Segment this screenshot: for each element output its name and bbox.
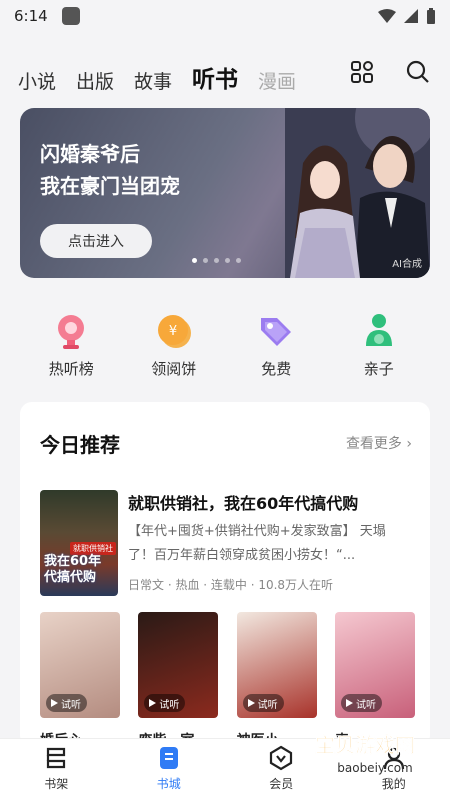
quick-entry-hot-chart[interactable]: 热听榜	[26, 312, 116, 379]
trial-label: 试听	[61, 699, 81, 711]
svg-text:¥: ¥	[169, 324, 177, 339]
vip-icon	[270, 745, 293, 771]
battery-icon	[427, 8, 435, 24]
status-time: 6:14	[14, 7, 48, 25]
grid-icon[interactable]	[350, 60, 374, 84]
banner-dot[interactable]	[225, 258, 230, 263]
status-bar: 6:14	[0, 0, 450, 32]
trial-listen-badge[interactable]: 试听	[46, 694, 87, 712]
featured-book-title[interactable]: 就职供销社，我在60年代搞代购	[128, 490, 420, 514]
trial-label: 试听	[355, 699, 376, 711]
family-icon	[365, 314, 392, 346]
quick-entry-label: 领阅饼	[151, 360, 197, 378]
trial-label: 试听	[159, 699, 180, 711]
nav-bookstore[interactable]: 书城	[134, 745, 204, 792]
quick-entry-coin[interactable]: ¥ 领阅饼	[129, 312, 219, 379]
nav-label: 书架	[44, 777, 69, 791]
view-more-link[interactable]: 查看更多 ›	[346, 433, 412, 453]
banner-dot[interactable]	[214, 258, 219, 263]
quick-entry-parenting[interactable]: 亲子	[334, 312, 424, 379]
cover-title-text: 我在60年代搞代购	[44, 554, 102, 585]
trial-listen-badge[interactable]: 试听	[242, 694, 284, 712]
watermark-text: 宝贝游戏网	[315, 733, 415, 757]
tab-publish[interactable]: 出版	[76, 67, 114, 94]
banner-couple-illustration	[285, 108, 430, 278]
banner-title-line1: 闪婚秦爷后	[40, 142, 140, 166]
ai-generated-tag: AI合成	[392, 259, 422, 270]
featured-book-cover[interactable]: 就职供销社 我在60年代搞代购	[40, 490, 118, 596]
quick-entry-label: 免费	[261, 360, 292, 378]
banner-dot[interactable]	[192, 258, 197, 263]
tag-icon	[261, 318, 292, 346]
notification-icon	[61, 7, 80, 25]
watermark-url: baobeiy.com	[337, 761, 412, 775]
tab-story[interactable]: 故事	[134, 67, 172, 94]
quick-entry-label: 热听榜	[48, 360, 94, 378]
search-icon[interactable]	[406, 60, 430, 84]
nav-bookshelf[interactable]: 书架	[21, 745, 91, 792]
recommend-title: 今日推荐	[40, 433, 120, 457]
promo-banner[interactable]: 闪婚秦爷后 我在豪门当团宠 点击进入 AI合成	[20, 108, 430, 278]
trophy-icon	[58, 315, 85, 349]
nav-label: 会员	[269, 777, 294, 791]
banner-enter-button[interactable]: 点击进入	[40, 224, 152, 258]
daily-recommend-card: 今日推荐 查看更多 › 就职供销社 我在60年代搞代购 就职供销社，我在60年代…	[20, 402, 430, 747]
featured-book-meta: 日常文 · 热血 · 连载中 · 10.8万人在听	[128, 578, 334, 592]
banner-title-line2: 我在豪门当团宠	[40, 174, 180, 198]
bookstore-icon	[159, 747, 178, 769]
trial-listen-badge[interactable]: 试听	[144, 694, 186, 712]
featured-book-description: 【年代+囤货+供销社代购+发家致富】 天塌了！百万年薪白领穿成贫困小捞女！“..…	[128, 524, 386, 563]
status-icons	[378, 8, 436, 24]
watermark-logo: 宝贝游戏网 baobeiy.com	[315, 733, 416, 775]
quick-entry-free[interactable]: 免费	[231, 312, 321, 379]
nav-label: 书城	[156, 777, 181, 791]
book-cover[interactable]: 试听	[334, 612, 415, 718]
quick-entries: 热听榜 ¥ 领阅饼 免费 亲子	[20, 312, 430, 379]
banner-dot[interactable]	[236, 258, 241, 263]
book-cover-row: 试听 试听 试听 试听	[40, 612, 415, 718]
signal-icon	[404, 9, 418, 23]
top-actions	[350, 60, 430, 84]
banner-dot[interactable]	[203, 258, 208, 263]
bookshelf-icon	[47, 747, 66, 769]
banner-title: 闪婚秦爷后 我在豪门当团宠	[40, 138, 180, 202]
play-icon	[51, 699, 58, 707]
trial-label: 试听	[257, 699, 278, 711]
quick-entry-label: 亲子	[363, 360, 394, 378]
book-cover[interactable]: 试听	[138, 612, 219, 718]
trial-listen-badge[interactable]: 试听	[340, 694, 382, 712]
banner-pagination	[192, 258, 241, 263]
coin-icon: ¥	[157, 315, 191, 348]
play-icon	[149, 699, 157, 707]
book-cover[interactable]: 试听	[236, 612, 317, 718]
book-cover[interactable]: 试听	[40, 612, 120, 718]
tab-novel[interactable]: 小说	[18, 67, 56, 94]
play-icon	[247, 699, 255, 707]
wifi-icon	[378, 9, 396, 23]
play-icon	[345, 699, 353, 707]
category-tabs: 小说 出版 故事 听书 漫画	[18, 56, 296, 94]
tab-comic[interactable]: 漫画	[258, 67, 296, 94]
tab-audiobook[interactable]: 听书	[192, 60, 238, 94]
